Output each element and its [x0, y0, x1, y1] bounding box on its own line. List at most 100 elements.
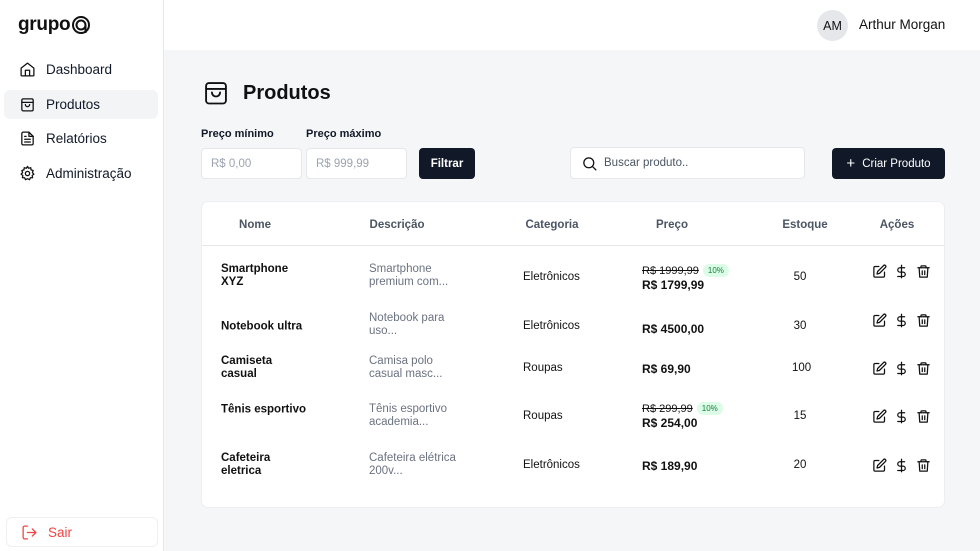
- row-actions: [872, 409, 938, 424]
- product-price: R$ 69,90: [642, 361, 752, 376]
- product-description: Camisa polo casual masc...: [369, 355, 443, 380]
- discount-badge: 10%: [702, 264, 729, 277]
- product-category: Roupas: [523, 362, 563, 374]
- row-actions: [872, 361, 938, 376]
- logo-text: grupo: [18, 14, 71, 35]
- product-stock: 100: [792, 362, 812, 374]
- column-header-nome[interactable]: Nome: [239, 219, 271, 231]
- current-price: R$ 4500,00: [642, 322, 705, 336]
- current-price: R$ 254,00: [642, 416, 698, 430]
- shopping-bag-icon: [21, 97, 34, 112]
- logo-mark-icon: [72, 16, 91, 34]
- file-text-icon: [21, 131, 34, 146]
- table-header: Nome Descrição Categoria Preço Estoque A…: [202, 202, 944, 246]
- edit-icon[interactable]: [872, 361, 887, 376]
- old-price: R$ 299,99: [642, 402, 693, 415]
- edit-icon[interactable]: [872, 264, 887, 279]
- create-product-button[interactable]: + Criar Produto: [832, 148, 945, 179]
- table-row[interactable]: Tênis esportivo Tênis esportivo academia…: [202, 392, 944, 440]
- product-stock: 30: [793, 320, 807, 332]
- search-box[interactable]: [570, 147, 805, 179]
- sidebar-item-dashboard[interactable]: Dashboard: [4, 55, 158, 84]
- search-icon: [583, 156, 597, 171]
- product-stock: 15: [793, 410, 807, 422]
- row-actions: [872, 313, 938, 328]
- product-category: Eletrônicos: [523, 271, 580, 283]
- gear-icon: [20, 165, 35, 180]
- search-input[interactable]: [604, 157, 794, 169]
- user-name[interactable]: Arthur Morgan: [859, 17, 945, 32]
- dollar-icon[interactable]: [894, 458, 909, 473]
- product-description: Notebook para uso...: [369, 312, 445, 337]
- row-actions: [872, 264, 938, 279]
- column-header-estoque[interactable]: Estoque: [782, 219, 827, 231]
- trash-icon[interactable]: [916, 361, 931, 376]
- dollar-icon[interactable]: [894, 361, 909, 376]
- max-price-input[interactable]: [306, 148, 407, 179]
- product-name: Notebook ultra: [221, 320, 303, 333]
- column-header-acoes: Ações: [879, 219, 915, 231]
- edit-icon[interactable]: [872, 458, 887, 473]
- filter-button[interactable]: Filtrar: [419, 148, 475, 179]
- min-price-label: Preço mínimo: [201, 128, 274, 140]
- page-title: Produtos: [243, 81, 331, 104]
- product-name: Tênis esportivo: [221, 403, 306, 416]
- dollar-icon[interactable]: [894, 264, 909, 279]
- product-name: Cafeteira eletrica: [221, 452, 271, 477]
- min-price-input[interactable]: [201, 148, 302, 179]
- sidebar-nav: Dashboard Produtos Relatórios Administra…: [4, 55, 158, 193]
- product-description: Smartphone premium com...: [369, 263, 449, 288]
- product-category: Eletrônicos: [523, 459, 580, 471]
- create-product-label: Criar Produto: [862, 157, 931, 170]
- page-header: Produtos: [202, 79, 331, 107]
- product-description: Tênis esportivo academia...: [369, 403, 447, 428]
- brand-logo[interactable]: grupo: [18, 14, 91, 36]
- top-bar: AM Arthur Morgan: [164, 0, 980, 50]
- current-price: R$ 1799,99: [642, 278, 705, 292]
- product-price: R$ 189,90: [642, 458, 752, 473]
- sidebar-item-administracao[interactable]: Administração: [4, 159, 158, 188]
- product-description: Cafeteira elétrica 200v...: [369, 452, 456, 477]
- product-stock: 50: [793, 271, 807, 283]
- dollar-icon[interactable]: [894, 409, 909, 424]
- column-header-descricao[interactable]: Descrição: [370, 219, 425, 231]
- dollar-icon[interactable]: [894, 313, 909, 328]
- product-name: Camiseta casual: [221, 355, 273, 380]
- shopping-bag-icon: [205, 82, 227, 105]
- logout-button[interactable]: Sair: [6, 517, 158, 547]
- column-header-preco[interactable]: Preço: [656, 219, 688, 231]
- row-actions: [872, 458, 938, 473]
- trash-icon[interactable]: [916, 313, 931, 328]
- sidebar-item-label: Dashboard: [46, 62, 113, 77]
- products-table: Nome Descrição Categoria Preço Estoque A…: [201, 201, 945, 508]
- table-row[interactable]: Cafeteira eletrica Cafeteira elétrica 20…: [202, 441, 944, 489]
- current-price: R$ 69,90: [642, 362, 691, 376]
- trash-icon[interactable]: [916, 409, 931, 424]
- product-category: Roupas: [523, 410, 563, 422]
- sidebar-item-label: Produtos: [46, 96, 101, 112]
- trash-icon[interactable]: [916, 458, 931, 473]
- column-header-categoria[interactable]: Categoria: [525, 219, 578, 231]
- plus-icon: +: [846, 155, 856, 172]
- logout-icon: [22, 524, 37, 540]
- product-price: R$ 4500,00: [642, 321, 752, 336]
- edit-icon[interactable]: [872, 409, 887, 424]
- product-category: Eletrônicos: [523, 320, 580, 332]
- table-row[interactable]: Notebook ultra Notebook para uso... Elet…: [202, 301, 944, 349]
- sidebar: grupo Dashboard Produtos Relatórios Admi…: [0, 0, 164, 551]
- product-stock: 20: [793, 459, 807, 471]
- product-name: Smartphone XYZ: [221, 263, 289, 288]
- table-row[interactable]: Smartphone XYZ Smartphone premium com...…: [202, 252, 944, 300]
- product-price: R$ 1999,99 10% R$ 1799,99: [642, 264, 752, 292]
- sidebar-item-relatorios[interactable]: Relatórios: [4, 124, 158, 153]
- sidebar-item-label: Relatórios: [46, 131, 107, 146]
- table-row[interactable]: Camiseta casual Camisa polo casual masc.…: [202, 344, 944, 392]
- edit-icon[interactable]: [872, 313, 887, 328]
- max-price-label: Preço máximo: [306, 128, 382, 140]
- home-icon: [20, 62, 35, 77]
- avatar[interactable]: AM: [817, 10, 848, 41]
- sidebar-item-label: Administração: [46, 165, 132, 181]
- product-price: R$ 299,99 10% R$ 254,00: [642, 402, 752, 430]
- trash-icon[interactable]: [916, 264, 931, 279]
- sidebar-item-produtos[interactable]: Produtos: [4, 89, 158, 119]
